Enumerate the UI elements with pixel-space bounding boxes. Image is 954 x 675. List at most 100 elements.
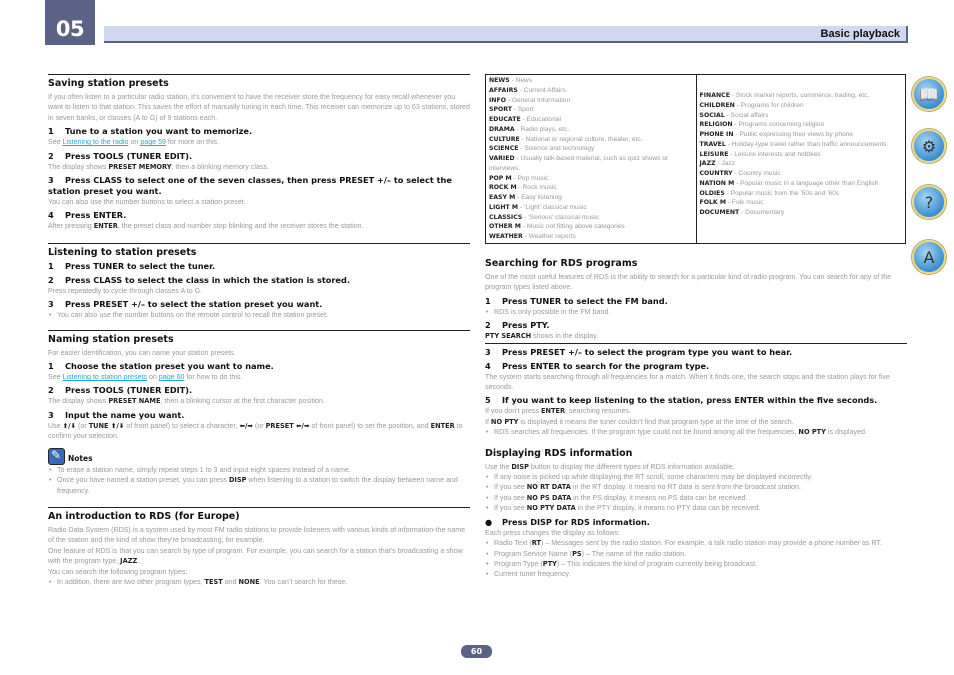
chapter-title-bar: Basic playback [104,26,908,43]
program-type-item: FINANCE - Stock market reports, commerce… [699,92,870,99]
step-heading: 3 Press PRESET +/– to select the station … [48,299,323,310]
program-type-item: NEWS - News [489,77,533,84]
program-type-item: COUNTRY - Country music [699,170,781,177]
note-item: Once you have named a station preset, yo… [48,475,470,496]
glossary-abc-icon[interactable]: A [912,240,946,274]
program-type-item: OTHER M - Music not fitting above catego… [489,223,625,231]
program-type-item: OLDIES - Popular music from the ’50s and… [699,189,840,197]
step-text: The display shows PRESET NAME, then a bl… [48,397,325,406]
program-type-item: EDUCATE - Educational [489,116,562,123]
paragraph: One feature of RDS is that you can searc… [48,546,463,566]
program-type-item: INFO - General Information [489,96,571,104]
intro-text: Use the DISP button to display the diffe… [485,462,735,471]
troubleshooting-question-icon[interactable]: ? [912,185,946,219]
program-type-item: DOCUMENT - Documentary [699,209,785,216]
table-of-contents-book-icon[interactable]: 📖 [912,77,946,111]
bullet-item: If you see NO PTY DATA in the PTY displa… [485,503,907,514]
section-title: Naming station presets [48,333,174,345]
section-naming-presets: Naming station presets For easier identi… [48,329,470,496]
intro-text: One of the most useful features of RDS i… [485,273,892,292]
program-type-item: EASY M - Easy listening [489,194,562,201]
step-heading: 3 Input the name you want. [48,409,185,420]
step-text: Press repeatedly to cycle through classe… [48,286,203,295]
connections-equipment-icon[interactable]: ⚙ [912,129,946,163]
bullet-item: If you see NO PS DATA in the PS display,… [485,493,907,504]
program-type-item: SOCIAL - Social affairs [699,111,769,119]
section-title: An introduction to RDS (for Europe) [48,510,240,522]
step-heading: 2 Press TOOLS (TUNER EDIT). [48,150,193,161]
step-text: If NO PTY is displayed it means the tune… [485,417,794,426]
section-listening-presets: Listening to station presets 1 Press TUNE… [48,242,470,321]
chapter-title: Basic playback [820,28,901,40]
step-heading: 3 Press CLASS to select one of the seven … [48,175,452,197]
section-searching-rds: Searching for RDS programs One of the mo… [485,258,907,438]
bullet-item: Radio Text (RT) – Messages sent by the r… [485,538,907,549]
intro-text: For easier identification, you can name … [48,348,236,357]
program-type-item: LEISURE - Leisure interests and hobbies [699,150,821,158]
step-heading: 3 Press PRESET +/– to select the program … [485,346,793,357]
program-type-item: RELIGION - Programs concerning religion [699,121,825,129]
program-type-item: SPORT - Sport [489,106,534,114]
link-page-59[interactable]: page 59 [140,138,166,146]
program-type-item: LIGHT M - ‘Light’ classical music [489,203,587,211]
section-title: Listening to station presets [48,246,197,258]
step-text: Use ⬆/⬇ (or TUNE ⬆/⬇ of front panel) to … [48,421,463,441]
step-text: After pressing ENTER, the preset class a… [48,222,364,231]
link-listening-to-radio[interactable]: Listening to the radio [63,138,129,146]
right-column: Searching for RDS programs One of the mo… [485,258,907,580]
bullet-item: RDS is only possible in the FM band. [485,307,907,318]
link-listening-to-station-presets[interactable]: Listening to station presets [63,373,147,381]
program-type-item: ROCK M - Rock music [489,184,557,192]
program-type-item: WEATHER - Weather reports [489,233,576,240]
section-title: Displaying RDS information [485,447,633,459]
bullet-item: Program Service Name (PS) – The name of … [485,549,907,560]
program-type-item: FOLK M - Folk music [699,199,764,207]
bullet-item: Current tuner frequency. [485,569,907,580]
section-title: Searching for RDS programs [485,258,638,269]
program-type-item: PHONE IN - Public expressing their views… [699,131,854,138]
section-saving-presets: Saving station presets If you often list… [48,74,470,232]
left-column: Saving station presets If you often list… [48,74,470,588]
step-heading: 1 Press TUNER to select the FM band. [485,295,668,306]
bullet-item: You can also use the number buttons on t… [48,310,470,321]
bullet-item: In addition, there are two other program… [48,577,470,588]
program-type-item: NATION M - Popular music in a language o… [699,179,879,187]
program-type-item: CULTURE - National or regional culture, … [489,135,643,143]
step-text: PTY SEARCH shows in the display. [485,332,599,341]
step-text: If you don’t press ENTER, searching resu… [485,407,631,416]
step-heading: 2 Press CLASS to select the class in whic… [48,274,350,285]
link-page-60[interactable]: page 60 [159,373,185,381]
step-heading: 1 Tune to a station you want to memorize. [48,126,253,137]
step-heading: 1 Choose the station preset you want to n… [48,361,274,372]
program-type-item: TRAVEL - Holiday-type travel rather than… [699,140,887,148]
paragraph: Radio Data System (RDS) is a system used… [48,525,466,545]
program-types-right-column: FINANCE - Stock market reports, commerce… [695,75,906,243]
section-title: Saving station presets [48,78,169,89]
program-type-item: JAZZ - Jazz [699,160,736,168]
step-text: See Listening to station presets on page… [48,373,243,382]
step-heading: 2 Press TOOLS (TUNER EDIT). [48,385,193,396]
program-type-item: VARIED - Usually talk-based material, su… [489,155,669,172]
chapter-number: 05 [55,17,85,41]
step-heading: 1 Press TUNER to select the tuner. [48,260,216,271]
step-heading: ● Press DISP for RDS information. [485,516,650,527]
step-heading: 5 If you want to keep listening to the st… [485,395,878,406]
bullet-item: RDS searches all frequencies. If the pro… [485,427,907,438]
step-text: See Listening to the radio on page 59 fo… [48,138,220,147]
step-heading: 4 Press ENTER to search for the program t… [485,360,710,371]
step-text: The system starts searching through all … [485,372,890,392]
bullet-item: If you see NO RT DATA in the RT display,… [485,482,907,493]
step-heading: 4 Press ENTER. [48,210,127,221]
program-type-item: AFFAIRS - Current Affairs [489,86,566,94]
pencil-note-icon [48,447,65,465]
bullet-item: If any noise is picked up while displayi… [485,472,907,483]
step-text: The display shows PRESET MEMORY, then a … [48,162,269,171]
section-displaying-rds: Displaying RDS information Use the DISP … [485,448,907,580]
program-types-left-column: NEWS - News AFFAIRS - Current Affairs INFO… [486,75,696,243]
paragraph: You can search the following program typ… [48,567,188,576]
step-text: Each press changes the display as follow… [485,528,621,537]
program-type-item: CLASSICS - ‘Serious’ classical music [489,213,600,221]
notes-header: Notes [48,447,470,465]
program-type-item: SCIENCE - Science and technology [489,145,595,153]
program-type-item: DRAMA - Radio plays, etc. [489,125,570,133]
